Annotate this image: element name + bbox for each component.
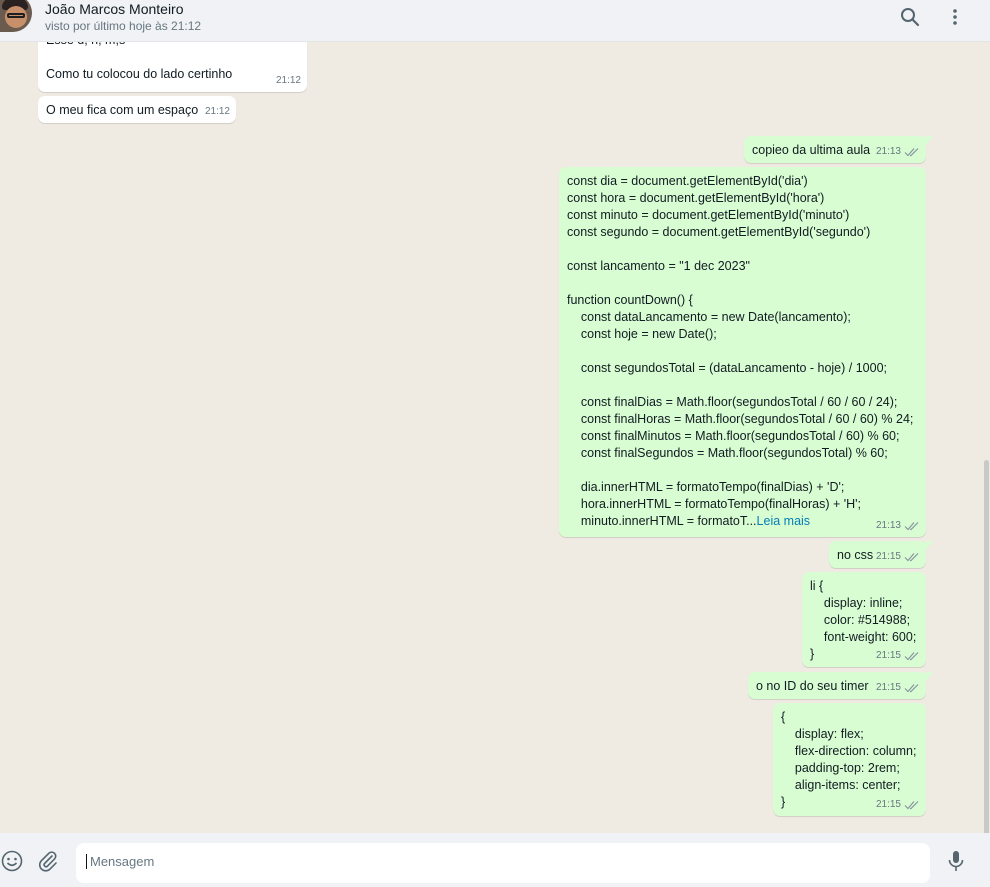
message-time: 21:13 [875,146,901,157]
contact-avatar[interactable] [0,0,32,32]
message-time: 21:12 [275,75,301,86]
message-bubble-incoming[interactable]: O meu fica com um espaço 21:12 [38,96,236,123]
message-time: 21:13 [875,520,901,531]
scrollbar-thumb[interactable] [984,460,989,872]
search-icon[interactable] [898,5,922,29]
chat-scrollbar[interactable] [984,42,990,872]
message-input-placeholder: Mensagem [90,854,155,869]
kebab-menu-icon[interactable] [943,5,967,29]
message-input[interactable]: Mensagem [76,843,930,883]
contact-last-seen: visto por último hoje às 21:12 [45,19,202,33]
message-text: O meu fica com um espaço [46,103,199,117]
message-list[interactable]: Esse d, h, m,s Como tu colocou do lado c… [0,42,990,833]
double-check-icon [904,683,919,692]
message-bubble-outgoing[interactable]: copieo da ultima aula 21:13 [744,136,933,163]
bubble-tail [925,672,933,682]
message-text: const dia = document.getElementById('dia… [567,174,914,528]
message-time: 21:15 [875,682,901,693]
double-check-icon [904,552,919,561]
message-bubble-outgoing[interactable]: li { display: inline; color: #514988; fo… [802,572,926,667]
message-composer: Mensagem [0,833,990,887]
message-time: 21:15 [875,650,901,661]
paperclip-icon[interactable] [36,849,60,873]
message-bubble-outgoing[interactable]: { display: flex; flex-direction: column;… [773,703,926,816]
message-time: 21:15 [875,551,901,562]
double-check-icon [904,651,919,660]
message-bubble-outgoing[interactable]: const dia = document.getElementById('dia… [559,167,926,537]
microphone-icon[interactable] [944,849,968,873]
contact-name[interactable]: João Marcos Monteiro [45,1,184,17]
message-bubble-incoming[interactable]: Esse d, h, m,s Como tu colocou do lado c… [38,42,307,92]
double-check-icon [904,800,919,809]
emoji-icon[interactable] [0,849,24,873]
read-more-link[interactable]: Leia mais [757,514,811,528]
bubble-tail [925,541,933,551]
double-check-icon [904,147,919,156]
text-caret [86,854,87,869]
double-check-icon [904,521,919,530]
message-bubble-outgoing[interactable]: o no ID do seu timer 21:15 [748,672,933,699]
message-time: 21:15 [875,799,901,810]
message-text: Esse d, h, m,s Como tu colocou do lado c… [46,42,233,81]
chat-header: João Marcos Monteiro visto por último ho… [0,0,990,42]
message-bubble-outgoing[interactable]: no css 21:15 [829,541,933,568]
bubble-tail [925,136,933,146]
message-time: 21:12 [204,106,230,117]
